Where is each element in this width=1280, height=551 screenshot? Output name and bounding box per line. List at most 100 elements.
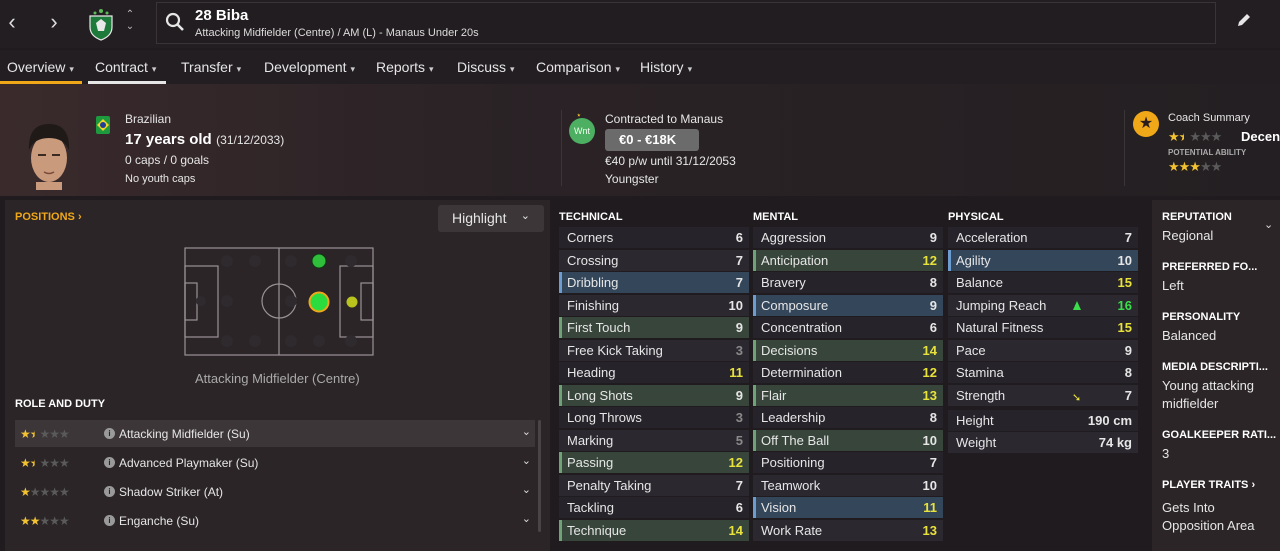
info-icon[interactable]: i <box>104 428 115 439</box>
youth-caps: No youth caps <box>125 173 196 185</box>
coach-summary-label: Coach Summary <box>1168 112 1250 124</box>
club-badge-icon[interactable] <box>86 7 116 41</box>
chevron-down-icon[interactable]: ⌄ <box>522 512 531 525</box>
tab-discuss[interactable]: Discuss ▾ <box>457 59 515 75</box>
forward-arrow-icon[interactable]: › <box>42 8 66 36</box>
tab-history[interactable]: History ▾ <box>640 59 692 75</box>
search-icon[interactable] <box>165 12 185 32</box>
attribute-row[interactable]: Jumping Reach 16 <box>948 295 1138 316</box>
attribute-row[interactable]: Long Shots 9 <box>559 385 749 406</box>
positions-link[interactable]: POSITIONS › <box>15 211 82 223</box>
attribute-row[interactable]: Free Kick Taking 3 <box>559 340 749 361</box>
age: 17 years old <box>125 131 212 148</box>
attribute-row[interactable]: Stamina 8 <box>948 362 1138 383</box>
role-name: Advanced Playmaker (Su) <box>119 456 259 470</box>
role-row[interactable]: ★★★★★ i Attacking Midfielder (Su) ⌄ <box>15 420 535 447</box>
arrow-up-icon <box>1073 301 1081 310</box>
attribute-row[interactable]: First Touch 9 <box>559 317 749 338</box>
chevron-down-icon[interactable]: ⌄ <box>522 483 531 496</box>
preferred-foot-value: Left <box>1162 278 1184 293</box>
attribute-row[interactable]: Natural Fitness 15 <box>948 317 1138 338</box>
back-arrow-icon[interactable]: ‹ <box>0 8 24 36</box>
chevron-down-icon: ▾ <box>429 64 434 74</box>
attribute-row[interactable]: Anticipation 12 <box>753 250 943 271</box>
attribute-row[interactable]: Marking 5 <box>559 430 749 451</box>
role-name: Enganche (Su) <box>119 514 200 528</box>
mental-column: MENTAL Aggression 9 Anticipation 12 Braver… <box>753 200 943 551</box>
attribute-row[interactable]: Teamwork 10 <box>753 475 943 496</box>
date-of-birth: (31/12/2033) <box>216 133 285 147</box>
roles-scrollbar[interactable] <box>538 420 541 532</box>
info-icon[interactable]: i <box>104 486 115 497</box>
transfer-value-tag[interactable]: €0 - €18K <box>605 129 699 151</box>
role-row[interactable]: ★★★★★ i Shadow Striker (At) ⌄ <box>15 478 535 505</box>
info-icon[interactable]: i <box>104 457 115 468</box>
player-name: 28 Biba <box>195 7 249 24</box>
tab-transfer[interactable]: Transfer ▾ <box>181 59 241 75</box>
top-bar: ‹ › ⌃ ⌄ 28 Biba Attacking Midfielder (Cen… <box>0 0 1280 48</box>
contract-type: Youngster <box>605 172 659 186</box>
attribute-row[interactable]: Penalty Taking 7 <box>559 475 749 496</box>
club-switch-arrows-icon[interactable]: ⌃ ⌄ <box>123 9 137 33</box>
attribute-row[interactable]: Positioning 7 <box>753 452 943 473</box>
role-name: Attacking Midfielder (Su) <box>119 427 250 441</box>
attribute-row[interactable]: Corners 6 <box>559 227 749 248</box>
attribute-row[interactable]: Tackling 6 <box>559 497 749 518</box>
attribute-row[interactable]: Strength ➘ 7 <box>948 385 1138 406</box>
info-icon[interactable]: i <box>104 515 115 526</box>
role-name: Shadow Striker (At) <box>119 485 224 499</box>
attribute-row[interactable]: Composure 9 <box>753 295 943 316</box>
chevron-down-icon: ▾ <box>687 64 693 74</box>
attribute-row[interactable]: Crossing 7 <box>559 250 749 271</box>
attribute-row[interactable]: Off The Ball 10 <box>753 430 943 451</box>
attribute-row[interactable]: Determination 12 <box>753 362 943 383</box>
attribute-row[interactable]: Flair 13 <box>753 385 943 406</box>
chevron-down-icon[interactable]: ⌄ <box>522 425 531 438</box>
reputation-value: Regional <box>1162 228 1214 243</box>
tab-comparison[interactable]: Comparison ▾ <box>536 59 620 75</box>
chevron-down-icon: ▾ <box>350 64 356 74</box>
role-stars: ★★★★★ <box>20 427 70 441</box>
attribute-row[interactable]: Agility 10 <box>948 250 1138 271</box>
attribute-row[interactable]: Technique 14 <box>559 520 749 541</box>
attribute-row[interactable]: Concentration 6 <box>753 317 943 338</box>
attribute-row[interactable]: Leadership 8 <box>753 407 943 428</box>
technical-heading: TECHNICAL <box>559 211 623 223</box>
wanted-status-badge[interactable]: Wnt <box>569 118 595 144</box>
attribute-row[interactable]: Bravery 8 <box>753 272 943 293</box>
attribute-row[interactable]: Dribbling 7 <box>559 272 749 293</box>
player-traits-link[interactable]: PLAYER TRAITS › <box>1162 479 1255 491</box>
reputation-heading: REPUTATION <box>1162 211 1232 223</box>
chevron-down-icon: ▾ <box>510 64 515 74</box>
attribute-row[interactable]: Balance 15 <box>948 272 1138 293</box>
role-stars: ★★★★★ <box>20 456 70 470</box>
chevron-down-icon: ▾ <box>151 64 157 74</box>
chevron-down-icon: ▾ <box>236 64 242 74</box>
role-row[interactable]: ★★★★★ i Advanced Playmaker (Su) ⌄ <box>15 449 535 476</box>
attribute-row[interactable]: Pace 9 <box>948 340 1138 361</box>
attribute-row[interactable]: Finishing 10 <box>559 295 749 316</box>
tab-contract[interactable]: Contract ▾ <box>95 59 156 75</box>
height-row: Height 190 cm <box>948 410 1138 431</box>
edit-pencil-icon[interactable] <box>1236 12 1252 28</box>
chevron-right-icon: › <box>1251 479 1256 491</box>
tab-development[interactable]: Development ▾ <box>264 59 355 75</box>
tab-overview[interactable]: Overview ▾ <box>7 59 74 75</box>
attribute-row[interactable]: Vision 11 <box>753 497 943 518</box>
role-row[interactable]: ★★★★★ i Enganche (Su) ⌄ <box>15 507 535 534</box>
attribute-row[interactable]: Passing 12 <box>559 452 749 473</box>
highlight-dropdown[interactable]: Highlight ⌄ <box>438 205 544 232</box>
attribute-row[interactable]: Long Throws 3 <box>559 407 749 428</box>
tab-reports[interactable]: Reports ▾ <box>376 59 434 75</box>
chevron-down-icon[interactable]: ⌄ <box>522 454 531 467</box>
attribute-row[interactable]: Work Rate 13 <box>753 520 943 541</box>
attribute-row[interactable]: Acceleration 7 <box>948 227 1138 248</box>
player-search-box[interactable]: 28 Biba Attacking Midfielder (Centre) / … <box>156 2 1216 44</box>
attribute-row[interactable]: Heading 11 <box>559 362 749 383</box>
brazil-flag-icon <box>96 116 110 134</box>
chevron-down-icon: ▾ <box>69 64 74 74</box>
attribute-row[interactable]: Aggression 9 <box>753 227 943 248</box>
attribute-row[interactable]: Decisions 14 <box>753 340 943 361</box>
divider <box>1124 110 1125 186</box>
role-stars: ★★★★★ <box>20 485 70 499</box>
